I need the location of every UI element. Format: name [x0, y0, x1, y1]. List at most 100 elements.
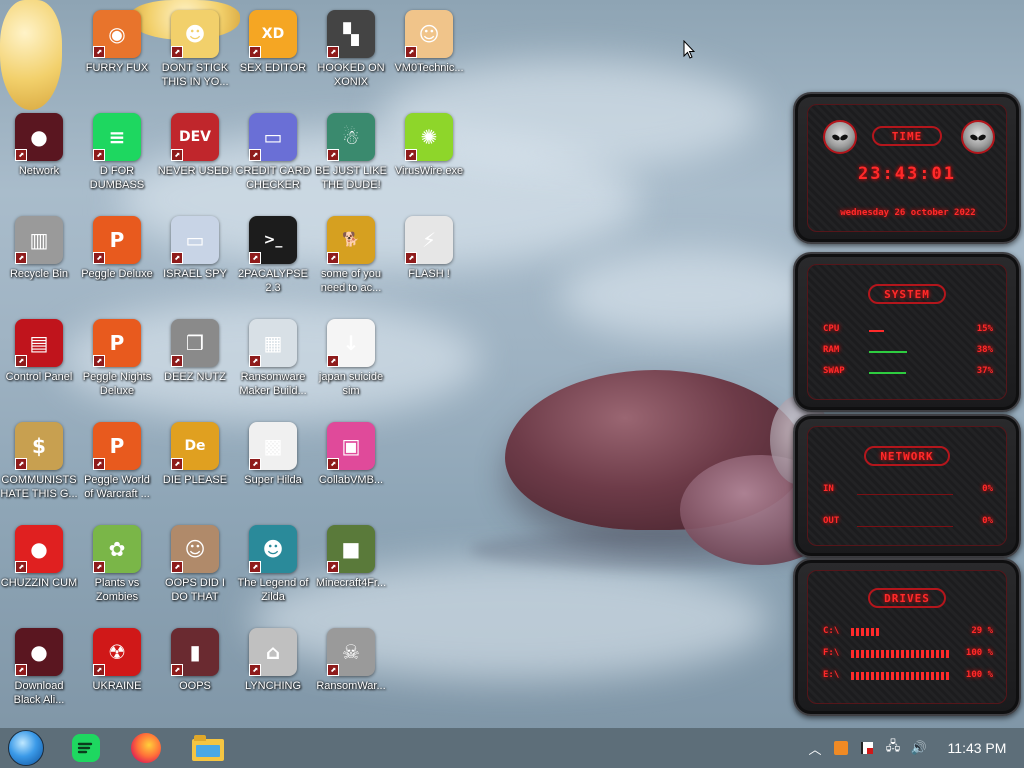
desktop-icon-flash[interactable]: ⚡ ⬈ FLASH !	[390, 210, 468, 310]
shortcut-badge-icon: ⬈	[327, 355, 339, 367]
time-readout: 23:43:01	[858, 164, 956, 184]
desktop-icon-download-black[interactable]: ● ⬈ Download Black Ali...	[0, 622, 78, 722]
shortcut-badge-icon: ⬈	[93, 252, 105, 264]
oops-icon: ▮ ⬈	[171, 628, 219, 676]
desktop-icon-peggle-deluxe[interactable]: P ⬈ Peggle Deluxe	[78, 210, 156, 310]
network-icon[interactable]: 🖧	[884, 739, 902, 757]
start-button[interactable]	[6, 730, 46, 766]
desktop-icon-sex-editor[interactable]: XD ⬈ SEX EDITOR	[234, 4, 312, 104]
drives-panel: DRIVES C:\ 29 % F:\ 100 % E:\ 100 %	[793, 558, 1021, 716]
desktop-icon-viruswire[interactable]: ✺ ⬈ VirusWire.exe	[390, 107, 468, 207]
system-row-label: RAM	[823, 345, 840, 355]
drive-row-label: E:\	[823, 670, 840, 680]
oops-did-i-icon: ☺ ⬈	[171, 525, 219, 573]
desktop-icon-label: DONT STICK THIS IN YO...	[161, 62, 229, 88]
plants-vs-zombies-icon: ✿ ⬈	[93, 525, 141, 573]
desktop-icon-label: ISRAEL SPY	[163, 268, 227, 280]
mouse-cursor-icon	[683, 40, 695, 59]
desktop-icon-ransomwar[interactable]: ☠ ⬈ RansomWar...	[312, 622, 390, 722]
desktop-icon-chuzzin-cum[interactable]: ● ⬈ CHUZZIN CUM	[0, 519, 78, 619]
network-row-value: 0%	[982, 516, 993, 526]
desktop-icon-label: DIE PLEASE	[162, 474, 228, 486]
desktop-icon-vm0technic[interactable]: ☺ ⬈ VM0Technic...	[390, 4, 468, 104]
volume-icon[interactable]: 🔊	[910, 739, 928, 757]
system-monitor-gadget[interactable]: TIME 23:43:01 wednesday 26 october 2022 …	[793, 92, 1021, 716]
spotify-icon	[72, 734, 100, 762]
desktop-icon-oops[interactable]: ▮ ⬈ OOPS	[156, 622, 234, 722]
desktop-icon-2pacalypse[interactable]: >_ ⬈ 2PACALYPSE 2.3	[234, 210, 312, 310]
desktop-icon-some-of-you[interactable]: 🐕 ⬈ some of you need to ac...	[312, 210, 390, 310]
drive-row: C:\ 29 %	[823, 626, 993, 640]
desktop-icon-control-panel[interactable]: ▤ ⬈ Control Panel	[0, 313, 78, 413]
desktop-icon-label: Network	[18, 165, 60, 177]
system-row-ram: RAM 38%	[823, 345, 993, 359]
desktop-icon-label: Peggle Nights Deluxe	[82, 371, 152, 397]
shortcut-badge-icon: ⬈	[93, 46, 105, 58]
never-used-icon: DEV ⬈	[171, 113, 219, 161]
alien-head-icon	[823, 120, 857, 154]
desktop-icon-lynching[interactable]: ⌂ ⬈ LYNCHING	[234, 622, 312, 722]
desktop-icon-japan-suicide[interactable]: ↓ ⬈ japan suicide sim	[312, 313, 390, 413]
file-explorer-taskbar-button[interactable]	[188, 732, 228, 764]
recycle-bin-icon: ▥ ⬈	[15, 216, 63, 264]
shortcut-badge-icon: ⬈	[327, 46, 339, 58]
desktop-icon-legend-of-zilda[interactable]: ☻ ⬈ The Legend of Zilda	[234, 519, 312, 619]
spotify-taskbar-button[interactable]	[66, 732, 106, 764]
firefox-icon	[131, 733, 161, 763]
shortcut-badge-icon: ⬈	[15, 458, 27, 470]
shortcut-badge-icon: ⬈	[171, 46, 183, 58]
desktop-icon-die-please[interactable]: De ⬈ DIE PLEASE	[156, 416, 234, 516]
system-row-swap: SWAP 37%	[823, 366, 993, 380]
desktop-icon-label: LYNCHING	[244, 680, 302, 692]
shortcut-badge-icon: ⬈	[327, 458, 339, 470]
peggle-nights-icon: P ⬈	[93, 319, 141, 367]
shortcut-badge-icon: ⬈	[171, 664, 183, 676]
desktop-icon-plants-vs-zombies[interactable]: ✿ ⬈ Plants vs Zombies	[78, 519, 156, 619]
system-row-value: 38%	[976, 345, 993, 355]
deez-nutz-icon: ❒ ⬈	[171, 319, 219, 367]
desktop-icon-label: The Legend of Zilda	[237, 577, 309, 603]
system-usage-bar	[869, 351, 907, 353]
desktop-icon-deez-nutz[interactable]: ❒ ⬈ DEEZ NUTZ	[156, 313, 234, 413]
desktop-icon-ukraine[interactable]: ☢ ⬈ UKRAINE	[78, 622, 156, 722]
network-row-label: OUT	[823, 516, 840, 526]
desktop-icon-credit-card-checker[interactable]: ▭ ⬈ CREDIT CARD CHECKER	[234, 107, 312, 207]
desktop-icon-label: OOPS	[179, 680, 211, 692]
app-tray-icon[interactable]	[832, 739, 850, 757]
desktop-icon-be-just-like[interactable]: ☃ ⬈ BE JUST LIKE THE DUDE!	[312, 107, 390, 207]
desktop-icon-network[interactable]: ● ⬈ Network	[0, 107, 78, 207]
drive-usage-bar	[851, 628, 880, 636]
desktop-icon-recycle-bin[interactable]: ▥ ⬈ Recycle Bin	[0, 210, 78, 310]
desktop-icon-label: RansomWar...	[316, 680, 386, 692]
ransomware-maker-icon: ▦ ⬈	[249, 319, 297, 367]
desktop-icon-minecraft[interactable]: ■ ⬈ Minecraft4Fr...	[312, 519, 390, 619]
firefox-taskbar-button[interactable]	[126, 732, 166, 764]
desktop-icon-super-hilda[interactable]: ▩ ⬈ Super Hilda	[234, 416, 312, 516]
desktop-icon-label: COMMUNISTS HATE THIS G...	[0, 474, 78, 500]
desktop-icon-collabvm[interactable]: ▣ ⬈ CollabVMB...	[312, 416, 390, 516]
desktop-icon-furry-fux[interactable]: ◉ ⬈ FURRY FUX	[78, 4, 156, 104]
shortcut-badge-icon: ⬈	[93, 561, 105, 573]
drives-title: DRIVES	[868, 588, 946, 608]
desktop-icon-israel-spy[interactable]: ▭ ⬈ ISRAEL SPY	[156, 210, 234, 310]
desktop-icon-oops-did-i[interactable]: ☺ ⬈ OOPS DID I DO THAT	[156, 519, 234, 619]
shortcut-badge-icon: ⬈	[15, 149, 27, 161]
desktop-icon-never-used[interactable]: DEV ⬈ NEVER USED!	[156, 107, 234, 207]
shortcut-badge-icon: ⬈	[171, 252, 183, 264]
desktop-icon-ransomware-maker[interactable]: ▦ ⬈ Ransomware Maker Build...	[234, 313, 312, 413]
alien-head-icon	[961, 120, 995, 154]
chevron-up-icon[interactable]: ︿	[806, 739, 824, 758]
desktop-icon-label: Minecraft4Fr...	[315, 577, 387, 589]
desktop-icon-label: UKRAINE	[92, 680, 142, 692]
flag-icon[interactable]	[858, 739, 876, 757]
desktop-icon-peggle-nights[interactable]: P ⬈ Peggle Nights Deluxe	[78, 313, 156, 413]
desktop-icon-peggle-world[interactable]: P ⬈ Peggle World of Warcraft ...	[78, 416, 156, 516]
desktop-icon-label: 2PACALYPSE 2.3	[238, 268, 308, 294]
desktop-icon-d-for-dumbass[interactable]: ≡ ⬈ D FOR DUMBASS	[78, 107, 156, 207]
desktop-icon-communists[interactable]: $ ⬈ COMMUNISTS HATE THIS G...	[0, 416, 78, 516]
desktop-icon-hooked-on-xonix[interactable]: ▚ ⬈ HOOKED ON XONIX	[312, 4, 390, 104]
drive-usage-bar	[851, 672, 951, 680]
desktop-icon-label: Peggle World of Warcraft ...	[84, 474, 150, 500]
taskbar-clock[interactable]: 11:43 PM	[936, 740, 1018, 756]
desktop-icon-dont-stick[interactable]: ☻ ⬈ DONT STICK THIS IN YO...	[156, 4, 234, 104]
